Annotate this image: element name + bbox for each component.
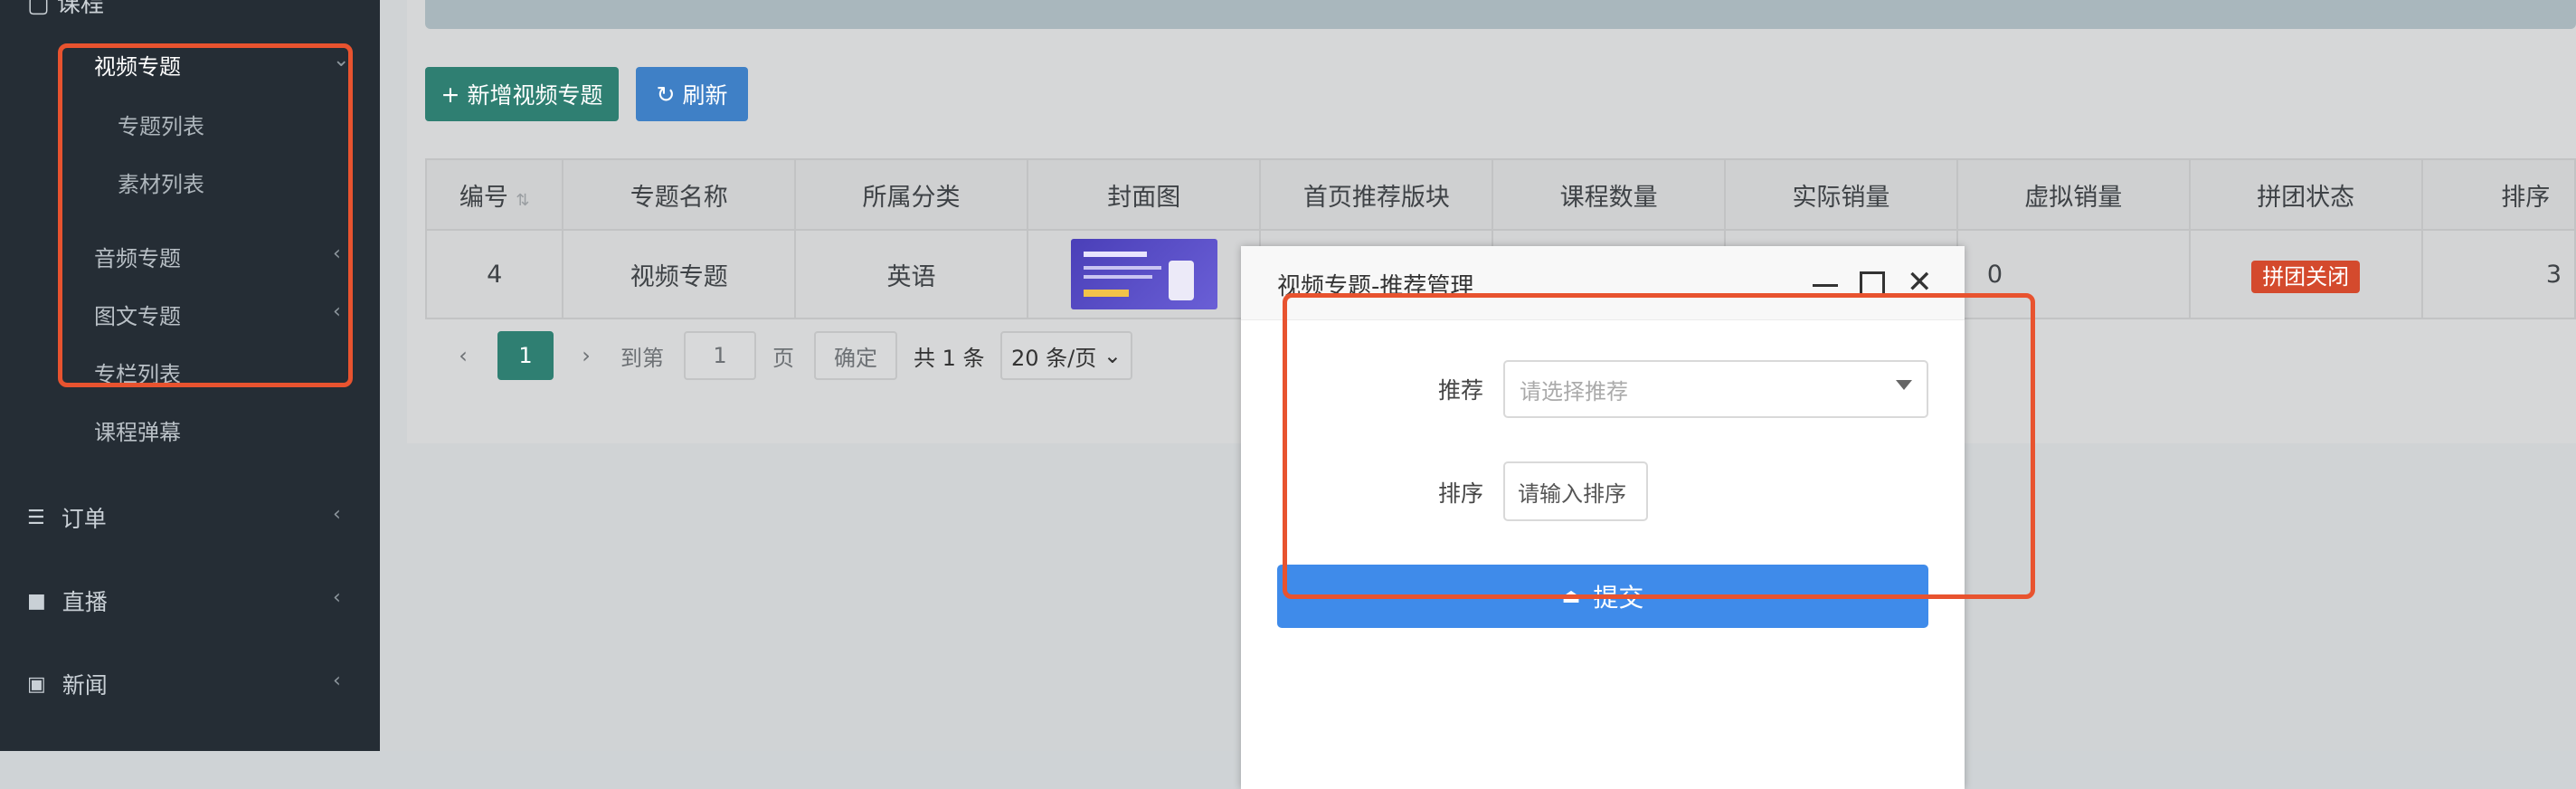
column-header-sort: 排序 [2420,158,2576,231]
sidebar-item-label: 音频专题 [94,246,181,271]
cover-image[interactable] [1070,239,1217,309]
sidebar-item-label: 视频专题 [94,54,181,80]
plus-icon: + [440,81,460,108]
sidebar-item-material-list[interactable]: 素材列表 [118,166,204,198]
sidebar-item-label: 新闻 [62,672,108,699]
submit-button[interactable]: ⏏ 提交 [1277,565,1928,628]
cell-virtual-sales: 0 [1956,229,2191,319]
sidebar-item-special-list[interactable]: 专题列表 [118,109,204,140]
goto-label: 到第 [620,345,664,371]
cell-cover [1026,229,1262,319]
sidebar-item-orders[interactable]: ☰ 订单 [27,501,107,534]
total-count: 共 1 条 [914,345,985,371]
chevron-left-icon: ‹ [333,586,341,609]
list-icon: ☰ [27,506,45,529]
button-label: 刷新 [682,82,728,109]
recommend-modal: 视频专题-推荐管理 ✕ 推荐 请选择推荐 排序 请输入排序 ⏏ 提交 [1241,246,1965,789]
cell-category: 英语 [794,229,1028,319]
course-icon: ▢ [27,0,50,18]
sidebar: ▢ 课程 视频专题 ⌄ 专题列表 素材列表 音频专题 ‹ 图文专题 ‹ 专栏列表… [0,0,380,751]
maximize-icon[interactable] [1860,271,1885,297]
cell-name: 视频专题 [562,229,797,319]
sort-label: 排序 [1438,480,1484,507]
sort-input[interactable]: 请输入排序 [1503,461,1648,521]
sidebar-item-course-barrage[interactable]: 课程弹幕 [94,414,181,446]
page-number-current[interactable]: 1 [497,331,554,380]
column-header-group-status: 拼团状态 [2188,158,2423,231]
sidebar-item-audio-special[interactable]: 音频专题 [94,241,181,272]
cell-group-status: 拼团关闭 [2188,229,2423,319]
sidebar-item-label: 订单 [61,506,107,532]
sidebar-item-column-list[interactable]: 专栏列表 [94,356,181,388]
page-label: 页 [772,345,794,371]
chevron-left-icon: ‹ [333,300,341,323]
button-label: 新增视频专题 [467,82,603,109]
info-bar [425,0,2576,29]
refresh-button[interactable]: ↻ 刷新 [636,67,748,121]
sidebar-item-label: 专题列表 [118,114,204,139]
status-badge: 拼团关闭 [2251,260,2361,293]
sidebar-item-course[interactable]: ▢ 课程 [27,0,104,19]
confirm-page-button[interactable]: 确定 [814,331,897,380]
recommend-label: 推荐 [1438,377,1484,404]
sidebar-item-news[interactable]: ▣ 新闻 [27,668,108,700]
column-header-category: 所属分类 [794,158,1028,231]
sidebar-item-label: 图文专题 [94,304,181,329]
page-size-select[interactable]: 20 条/页 ⌄ [1000,331,1132,380]
column-header-cover: 封面图 [1026,158,1262,231]
chevron-left-icon: ‹ [333,670,341,692]
sidebar-item-label: 直播 [62,589,108,615]
column-header-course-count: 课程数量 [1492,158,1727,231]
prev-page-button[interactable]: ‹ [447,331,479,380]
chevron-left-icon: ‹ [333,242,341,265]
page-size-value: 20 条/页 [1011,345,1097,371]
submit-icon: ⏏ [1561,585,1581,608]
goto-page-input[interactable]: 1 [684,331,756,380]
sidebar-item-live[interactable]: ■ 直播 [27,585,108,617]
column-header-id[interactable]: 编号 ⇅ [424,158,564,231]
cell-sort: 3 [2420,229,2576,319]
sidebar-item-image-text-special[interactable]: 图文专题 [94,299,181,330]
chevron-down-icon: ⌄ [1103,343,1122,368]
recommend-select[interactable]: 请选择推荐 [1503,360,1928,418]
sidebar-item-label: 专栏列表 [94,362,181,387]
add-video-special-button[interactable]: + 新增视频专题 [425,67,619,121]
video-camera-icon: ■ [27,589,46,613]
sort-placeholder: 请输入排序 [1518,480,1626,507]
column-header-virtual-sales: 虚拟销量 [1956,158,2191,231]
sidebar-item-label: 素材列表 [118,172,204,197]
column-header-recommend: 首页推荐版块 [1259,158,1494,231]
next-page-button[interactable]: › [570,331,602,380]
close-icon[interactable]: ✕ [1907,264,1933,300]
chevron-down-icon: ⌄ [333,49,350,71]
sidebar-item-label: 课程 [56,0,104,18]
column-header-name: 专题名称 [562,158,797,231]
chevron-left-icon: ‹ [333,503,341,526]
cell-id: 4 [424,229,564,319]
sort-icon[interactable]: ⇅ [516,191,529,210]
minimize-icon[interactable] [1813,284,1838,287]
table-header-row: 编号 ⇅ 专题名称 所属分类 封面图 首页推荐版块 课程数量 实际销量 虚拟销量… [424,158,2576,231]
sidebar-item-label: 课程弹幕 [94,420,181,445]
button-label: 提交 [1593,583,1644,613]
refresh-icon: ↻ [656,81,676,108]
modal-title: 视频专题-推荐管理 [1277,273,1474,300]
caret-down-icon [1896,380,1912,390]
image-icon: ▣ [27,672,46,696]
column-header-actual-sales: 实际销量 [1724,158,1958,231]
modal-header: 视频专题-推荐管理 ✕ [1241,246,1965,320]
recommend-placeholder: 请选择推荐 [1520,378,1628,404]
sidebar-item-video-special[interactable]: 视频专题 [94,49,181,81]
